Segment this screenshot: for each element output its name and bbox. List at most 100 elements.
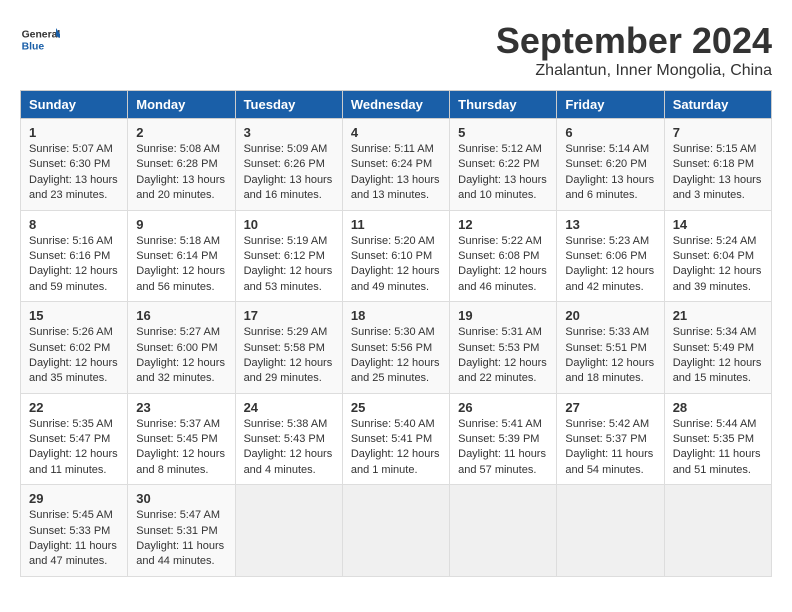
day-info: Sunrise: 5:16 AM Sunset: 6:16 PM Dayligh…	[29, 234, 119, 296]
sunrise: Sunrise: 5:33 AM	[565, 326, 649, 338]
day-info: Sunrise: 5:27 AM Sunset: 6:00 PM Dayligh…	[136, 325, 226, 387]
day-info: Sunrise: 5:19 AM Sunset: 6:12 PM Dayligh…	[244, 234, 334, 296]
daylight: Daylight: 12 hours and 15 minutes.	[673, 357, 762, 384]
calendar-cell: 21 Sunrise: 5:34 AM Sunset: 5:49 PM Dayl…	[664, 302, 771, 394]
sunrise: Sunrise: 5:41 AM	[458, 418, 542, 430]
sunset: Sunset: 5:56 PM	[351, 342, 432, 354]
sunrise: Sunrise: 5:29 AM	[244, 326, 328, 338]
sunset: Sunset: 5:47 PM	[29, 433, 110, 445]
daylight: Daylight: 12 hours and 46 minutes.	[458, 265, 547, 292]
day-info: Sunrise: 5:33 AM Sunset: 5:51 PM Dayligh…	[565, 325, 655, 387]
sunrise: Sunrise: 5:44 AM	[673, 418, 757, 430]
daylight: Daylight: 12 hours and 35 minutes.	[29, 357, 118, 384]
column-header-saturday: Saturday	[664, 91, 771, 119]
day-number: 20	[565, 308, 655, 323]
day-number: 17	[244, 308, 334, 323]
logo: General Blue	[20, 20, 64, 60]
calendar-week-1: 1 Sunrise: 5:07 AM Sunset: 6:30 PM Dayli…	[21, 119, 772, 211]
day-number: 23	[136, 400, 226, 415]
day-info: Sunrise: 5:34 AM Sunset: 5:49 PM Dayligh…	[673, 325, 763, 387]
calendar-body: 1 Sunrise: 5:07 AM Sunset: 6:30 PM Dayli…	[21, 119, 772, 577]
daylight: Daylight: 12 hours and 11 minutes.	[29, 448, 118, 475]
sunrise: Sunrise: 5:19 AM	[244, 235, 328, 247]
calendar-week-3: 15 Sunrise: 5:26 AM Sunset: 6:02 PM Dayl…	[21, 302, 772, 394]
sunset: Sunset: 5:35 PM	[673, 433, 754, 445]
day-info: Sunrise: 5:15 AM Sunset: 6:18 PM Dayligh…	[673, 142, 763, 204]
calendar-week-2: 8 Sunrise: 5:16 AM Sunset: 6:16 PM Dayli…	[21, 210, 772, 302]
calendar-cell: 15 Sunrise: 5:26 AM Sunset: 6:02 PM Dayl…	[21, 302, 128, 394]
day-info: Sunrise: 5:31 AM Sunset: 5:53 PM Dayligh…	[458, 325, 548, 387]
sunset: Sunset: 6:06 PM	[565, 250, 646, 262]
day-number: 22	[29, 400, 119, 415]
sunset: Sunset: 6:20 PM	[565, 158, 646, 170]
day-info: Sunrise: 5:08 AM Sunset: 6:28 PM Dayligh…	[136, 142, 226, 204]
day-number: 28	[673, 400, 763, 415]
calendar-cell: 11 Sunrise: 5:20 AM Sunset: 6:10 PM Dayl…	[342, 210, 449, 302]
calendar-cell	[557, 485, 664, 577]
sunset: Sunset: 5:39 PM	[458, 433, 539, 445]
calendar-cell	[450, 485, 557, 577]
calendar-cell: 16 Sunrise: 5:27 AM Sunset: 6:00 PM Dayl…	[128, 302, 235, 394]
sunset: Sunset: 5:51 PM	[565, 342, 646, 354]
daylight: Daylight: 12 hours and 22 minutes.	[458, 357, 547, 384]
svg-text:Blue: Blue	[22, 42, 45, 53]
day-info: Sunrise: 5:40 AM Sunset: 5:41 PM Dayligh…	[351, 417, 441, 479]
day-info: Sunrise: 5:07 AM Sunset: 6:30 PM Dayligh…	[29, 142, 119, 204]
calendar-cell: 1 Sunrise: 5:07 AM Sunset: 6:30 PM Dayli…	[21, 119, 128, 211]
day-info: Sunrise: 5:09 AM Sunset: 6:26 PM Dayligh…	[244, 142, 334, 204]
sunset: Sunset: 5:31 PM	[136, 525, 217, 537]
sunrise: Sunrise: 5:16 AM	[29, 235, 113, 247]
sunset: Sunset: 6:26 PM	[244, 158, 325, 170]
sunrise: Sunrise: 5:30 AM	[351, 326, 435, 338]
calendar-cell: 17 Sunrise: 5:29 AM Sunset: 5:58 PM Dayl…	[235, 302, 342, 394]
sunset: Sunset: 6:18 PM	[673, 158, 754, 170]
day-info: Sunrise: 5:37 AM Sunset: 5:45 PM Dayligh…	[136, 417, 226, 479]
title-block: September 2024 Zhalantun, Inner Mongolia…	[496, 20, 772, 80]
sunrise: Sunrise: 5:35 AM	[29, 418, 113, 430]
sunrise: Sunrise: 5:47 AM	[136, 509, 220, 521]
calendar-cell: 25 Sunrise: 5:40 AM Sunset: 5:41 PM Dayl…	[342, 393, 449, 485]
day-number: 7	[673, 125, 763, 140]
sunset: Sunset: 6:30 PM	[29, 158, 110, 170]
calendar-cell: 18 Sunrise: 5:30 AM Sunset: 5:56 PM Dayl…	[342, 302, 449, 394]
calendar-cell: 13 Sunrise: 5:23 AM Sunset: 6:06 PM Dayl…	[557, 210, 664, 302]
calendar-cell: 5 Sunrise: 5:12 AM Sunset: 6:22 PM Dayli…	[450, 119, 557, 211]
sunrise: Sunrise: 5:23 AM	[565, 235, 649, 247]
calendar-cell: 6 Sunrise: 5:14 AM Sunset: 6:20 PM Dayli…	[557, 119, 664, 211]
day-number: 2	[136, 125, 226, 140]
daylight: Daylight: 13 hours and 16 minutes.	[244, 174, 333, 201]
day-number: 5	[458, 125, 548, 140]
calendar-cell: 9 Sunrise: 5:18 AM Sunset: 6:14 PM Dayli…	[128, 210, 235, 302]
calendar-header-row: SundayMondayTuesdayWednesdayThursdayFrid…	[21, 91, 772, 119]
calendar-cell: 26 Sunrise: 5:41 AM Sunset: 5:39 PM Dayl…	[450, 393, 557, 485]
sunset: Sunset: 6:28 PM	[136, 158, 217, 170]
day-number: 26	[458, 400, 548, 415]
calendar-cell	[235, 485, 342, 577]
sunrise: Sunrise: 5:37 AM	[136, 418, 220, 430]
column-header-tuesday: Tuesday	[235, 91, 342, 119]
sunset: Sunset: 6:08 PM	[458, 250, 539, 262]
daylight: Daylight: 12 hours and 42 minutes.	[565, 265, 654, 292]
sunset: Sunset: 6:00 PM	[136, 342, 217, 354]
day-info: Sunrise: 5:30 AM Sunset: 5:56 PM Dayligh…	[351, 325, 441, 387]
sunrise: Sunrise: 5:12 AM	[458, 143, 542, 155]
sunset: Sunset: 6:04 PM	[673, 250, 754, 262]
sunset: Sunset: 6:02 PM	[29, 342, 110, 354]
sunset: Sunset: 6:12 PM	[244, 250, 325, 262]
day-number: 10	[244, 217, 334, 232]
daylight: Daylight: 11 hours and 51 minutes.	[673, 448, 761, 475]
day-info: Sunrise: 5:20 AM Sunset: 6:10 PM Dayligh…	[351, 234, 441, 296]
day-info: Sunrise: 5:11 AM Sunset: 6:24 PM Dayligh…	[351, 142, 441, 204]
daylight: Daylight: 11 hours and 44 minutes.	[136, 540, 224, 567]
sunrise: Sunrise: 5:24 AM	[673, 235, 757, 247]
daylight: Daylight: 12 hours and 53 minutes.	[244, 265, 333, 292]
daylight: Daylight: 12 hours and 1 minute.	[351, 448, 440, 475]
calendar-cell: 27 Sunrise: 5:42 AM Sunset: 5:37 PM Dayl…	[557, 393, 664, 485]
calendar-cell: 22 Sunrise: 5:35 AM Sunset: 5:47 PM Dayl…	[21, 393, 128, 485]
day-info: Sunrise: 5:38 AM Sunset: 5:43 PM Dayligh…	[244, 417, 334, 479]
day-info: Sunrise: 5:18 AM Sunset: 6:14 PM Dayligh…	[136, 234, 226, 296]
column-header-wednesday: Wednesday	[342, 91, 449, 119]
day-number: 18	[351, 308, 441, 323]
month-title: September 2024	[496, 20, 772, 62]
day-info: Sunrise: 5:14 AM Sunset: 6:20 PM Dayligh…	[565, 142, 655, 204]
